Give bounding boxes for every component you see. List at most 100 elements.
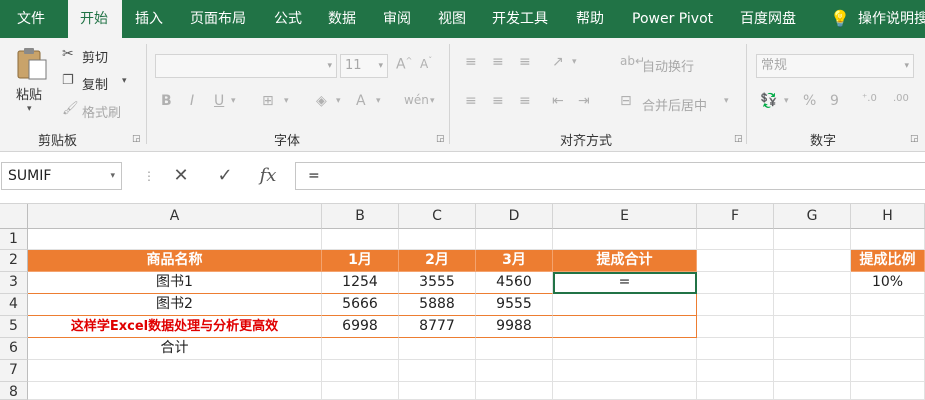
paste-dropdown-icon[interactable]: ▾ [27,104,32,114]
row-header[interactable]: 7 [0,360,28,382]
column-header[interactable]: E [553,204,697,229]
cell-h7[interactable] [851,360,925,382]
tab-baidu-netdisk[interactable]: 百度网盘 [740,0,796,38]
font-size-select[interactable]: 11 ▾ [340,54,388,78]
cell-f1[interactable] [697,229,774,250]
row-header[interactable]: 8 [0,382,28,400]
header-cell-month-2[interactable]: 2月 [399,250,476,272]
row-header[interactable]: 2 [0,250,28,272]
cell-month-2[interactable]: 8777 [399,316,476,338]
cell-f5[interactable] [697,316,774,338]
align-top-icon[interactable]: ≡ [465,54,477,70]
alignment-launcher-icon[interactable]: ◲ [734,134,743,144]
cell-e6[interactable] [553,338,697,360]
merge-center-dropdown-icon[interactable]: ▾ [724,96,729,106]
cell-c6[interactable] [399,338,476,360]
header-cell-month-3[interactable]: 3月 [476,250,553,272]
row-header[interactable]: 3 [0,272,28,294]
cell-e7[interactable] [553,360,697,382]
column-header[interactable]: D [476,204,553,229]
tab-insert[interactable]: 插入 [135,0,163,38]
cell-commission-total-active[interactable]: = [553,272,697,294]
font-color-icon[interactable]: A [356,93,366,109]
cell-month-3[interactable]: 9988 [476,316,553,338]
decrease-indent-icon[interactable]: ⇤ [552,93,564,109]
cell-commission-total[interactable] [553,316,697,338]
row-header[interactable]: 1 [0,229,28,250]
percent-button[interactable]: % [803,93,816,109]
cell-g8[interactable] [774,382,851,400]
cell-month-1[interactable]: 6998 [322,316,399,338]
header-cell-commission-total[interactable]: 提成合计 [553,250,697,272]
underline-dropdown-icon[interactable]: ▾ [231,96,236,106]
tab-data[interactable]: 数据 [328,0,356,38]
column-header[interactable]: A [28,204,322,229]
align-center-icon[interactable]: ≡ [492,93,504,109]
cell-d6[interactable] [476,338,553,360]
tab-page-layout[interactable]: 页面布局 [190,0,246,38]
enter-icon[interactable]: ✓ [210,162,240,190]
cancel-icon[interactable]: ✕ [166,162,196,190]
cell-month-2[interactable]: 5888 [399,294,476,316]
cell-g2[interactable] [774,250,851,272]
column-header[interactable]: B [322,204,399,229]
cell-g1[interactable] [774,229,851,250]
format-painter-button[interactable]: 格式刷 [82,102,121,121]
insert-function-icon[interactable]: fx [253,162,283,190]
tab-help[interactable]: 帮助 [576,0,604,38]
align-right-icon[interactable]: ≡ [519,93,531,109]
paste-icon[interactable] [14,46,50,80]
cell-product-name[interactable]: 图书1 [28,272,322,294]
cell-a7[interactable] [28,360,322,382]
grow-font-icon[interactable]: A^ [396,56,412,73]
shrink-font-icon[interactable]: Aˇ [420,56,432,71]
cell-sum-label[interactable]: 合计 [28,338,322,360]
cell-f3[interactable] [697,272,774,294]
fill-color-dropdown-icon[interactable]: ▾ [336,96,341,106]
cell-h6[interactable] [851,338,925,360]
number-format-select[interactable]: 常规 ▾ [756,54,914,78]
tab-developer[interactable]: 开发工具 [492,0,548,38]
cell-commission-rate[interactable]: 10% [851,272,925,294]
formula-input[interactable]: = [295,162,925,190]
lightbulb-icon[interactable]: 💡 [830,0,850,38]
copy-dropdown-icon[interactable]: ▾ [122,76,127,86]
increase-decimal-icon[interactable]: ⁺.0 [862,93,877,104]
cell-month-1[interactable]: 5666 [322,294,399,316]
column-header[interactable]: H [851,204,925,229]
cell-b1[interactable] [322,229,399,250]
cell-h1[interactable] [851,229,925,250]
header-cell-month-1[interactable]: 1月 [322,250,399,272]
phonetic-icon[interactable]: wén [404,93,429,107]
cell-c7[interactable] [399,360,476,382]
cell-e8[interactable] [553,382,697,400]
cell-a1[interactable] [28,229,322,250]
cell-b7[interactable] [322,360,399,382]
comma-button[interactable]: 9 [830,93,839,109]
header-cell-commission-rate[interactable]: 提成比例 [851,250,925,272]
cell-d7[interactable] [476,360,553,382]
tab-power-pivot[interactable]: Power Pivot [632,0,713,38]
tab-home[interactable]: 开始 [68,0,122,38]
cell-g3[interactable] [774,272,851,294]
fill-color-icon[interactable]: ◈ [316,93,327,109]
wrap-text-button[interactable]: 自动换行 [642,56,694,75]
currency-dropdown-icon[interactable]: ▾ [784,96,789,106]
tab-review[interactable]: 审阅 [383,0,411,38]
row-header[interactable]: 4 [0,294,28,316]
paste-button[interactable]: 粘贴 [16,84,42,103]
align-middle-icon[interactable]: ≡ [492,54,504,70]
font-name-select[interactable]: ▾ [155,54,337,78]
bold-button[interactable]: B [161,93,172,109]
column-header[interactable]: G [774,204,851,229]
orientation-dropdown-icon[interactable]: ▾ [572,57,577,67]
font-color-dropdown-icon[interactable]: ▾ [376,96,381,106]
cell-product-name[interactable]: 图书2 [28,294,322,316]
underline-button[interactable]: U [214,93,224,109]
tell-me-search[interactable]: 操作说明搜 [858,0,925,38]
currency-icon[interactable]: 💱 [760,93,777,109]
cell-month-2[interactable]: 3555 [399,272,476,294]
border-icon[interactable]: ⊞ [262,93,274,109]
header-cell-product-name[interactable]: 商品名称 [28,250,322,272]
font-launcher-icon[interactable]: ◲ [436,134,445,144]
